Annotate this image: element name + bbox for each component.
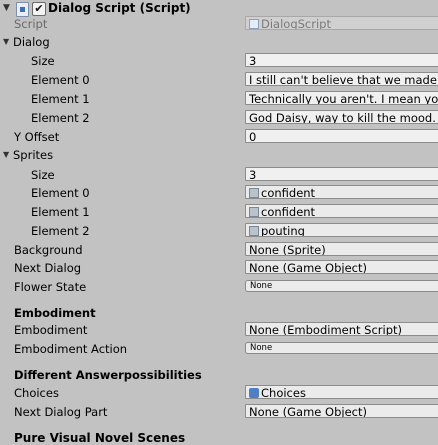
sprites-element-1-label: Element 1	[31, 205, 90, 219]
dialog-element-2-label: Element 2	[31, 111, 90, 125]
embodiment-section-header: Embodiment	[14, 306, 96, 320]
sprites-element-1-row: Element 1 confident	[0, 203, 438, 221]
script-file-icon	[249, 19, 259, 29]
background-row: Background None (Sprite)	[0, 241, 438, 259]
script-row: Script DialogScript	[0, 15, 438, 33]
dialog-element-0-label: Element 0	[31, 73, 90, 87]
sprites-element-0-row: Element 0 confident	[0, 184, 438, 202]
background-label: Background	[14, 243, 83, 257]
embodiment-action-label: Embodiment Action	[14, 342, 128, 356]
sprites-size-label: Size	[31, 168, 55, 182]
choices-value: Choices	[261, 386, 306, 399]
dialog-size-label: Size	[31, 54, 55, 68]
y-offset-row: Y Offset 0	[0, 128, 438, 146]
sprite-icon	[249, 188, 259, 198]
component-enabled-checkbox[interactable]: ✔	[32, 2, 46, 16]
embodiment-row: Embodiment None (Embodiment Script)	[0, 321, 438, 339]
dialog-foldout-arrow-icon[interactable]: ▼	[3, 37, 9, 46]
y-offset-label: Y Offset	[14, 130, 60, 144]
choices-row: Choices Choices	[0, 384, 438, 402]
flower-state-row: Flower State None	[0, 278, 438, 296]
next-dialog-part-label: Next Dialog Part	[14, 405, 108, 419]
component-title: Dialog Script (Script)	[48, 1, 191, 15]
dialog-foldout[interactable]: ▼ Dialog	[0, 33, 438, 51]
background-field[interactable]: None (Sprite)	[245, 242, 438, 256]
sprites-element-2-value: pouting	[261, 224, 305, 237]
next-dialog-row: Next Dialog None (Game Object)	[0, 259, 438, 277]
dialog-element-1-row: Element 1 Technically you aren't. I mean…	[0, 90, 438, 108]
dialog-element-2-input[interactable]: God Daisy, way to kill the mood.	[245, 110, 438, 124]
pure-visual-novel-section-header: Pure Visual Novel Scenes	[14, 431, 186, 445]
dialog-element-0-input[interactable]: I still can't believe that we made	[245, 72, 438, 86]
sprites-element-2-field[interactable]: pouting	[245, 223, 438, 237]
next-dialog-part-field[interactable]: None (Game Object)	[245, 404, 438, 418]
sprites-element-2-row: Element 2 pouting	[0, 222, 438, 240]
dialog-size-input[interactable]: 3	[245, 53, 438, 67]
script-value: DialogScript	[261, 17, 331, 30]
next-dialog-part-row: Next Dialog Part None (Game Object)	[0, 403, 438, 421]
y-offset-input[interactable]: 0	[245, 129, 438, 143]
sprites-size-input[interactable]: 3	[245, 167, 438, 181]
script-field: DialogScript	[245, 16, 438, 30]
choices-label: Choices	[14, 386, 59, 400]
dialog-size-row: Size 3	[0, 52, 438, 70]
dialog-element-2-row: Element 2 God Daisy, way to kill the moo…	[0, 109, 438, 127]
sprites-foldout-arrow-icon[interactable]: ▼	[3, 150, 9, 159]
embodiment-action-row: Embodiment Action None	[0, 340, 438, 358]
choices-field[interactable]: Choices	[245, 385, 438, 399]
sprites-element-2-label: Element 2	[31, 224, 90, 238]
answers-section: Different Answerpossibilities	[0, 366, 438, 384]
sprites-element-0-value: confident	[261, 186, 316, 199]
sprites-element-1-value: confident	[261, 205, 316, 218]
dialog-element-0-row: Element 0 I still can't believe that we …	[0, 71, 438, 89]
sprites-element-1-field[interactable]: confident	[245, 204, 438, 218]
dialog-element-1-label: Element 1	[31, 92, 90, 106]
next-dialog-field[interactable]: None (Game Object)	[245, 260, 438, 274]
sprites-size-row: Size 3	[0, 166, 438, 184]
prefab-icon	[249, 388, 259, 398]
embodiment-field[interactable]: None (Embodiment Script)	[245, 322, 438, 336]
sprites-element-0-label: Element 0	[31, 186, 90, 200]
sprite-icon	[249, 226, 259, 236]
dialog-element-1-input[interactable]: Technically you aren't. I mean yo	[245, 91, 438, 105]
sprite-icon	[249, 207, 259, 217]
sprites-foldout[interactable]: ▼ Sprites	[0, 146, 438, 164]
sprites-element-0-field[interactable]: confident	[245, 185, 438, 199]
embodiment-label: Embodiment	[14, 323, 88, 337]
answers-section-header: Different Answerpossibilities	[14, 368, 202, 382]
sprites-label: Sprites	[13, 148, 54, 162]
embodiment-section: Embodiment	[0, 304, 438, 322]
dialog-label: Dialog	[13, 35, 50, 49]
foldout-arrow-icon[interactable]: ▼	[3, 3, 10, 13]
next-dialog-label: Next Dialog	[14, 261, 82, 275]
embodiment-action-dropdown[interactable]: None	[245, 342, 438, 354]
flower-state-label: Flower State	[14, 280, 87, 294]
script-label: Script	[14, 17, 48, 31]
flower-state-dropdown[interactable]: None	[245, 280, 438, 292]
